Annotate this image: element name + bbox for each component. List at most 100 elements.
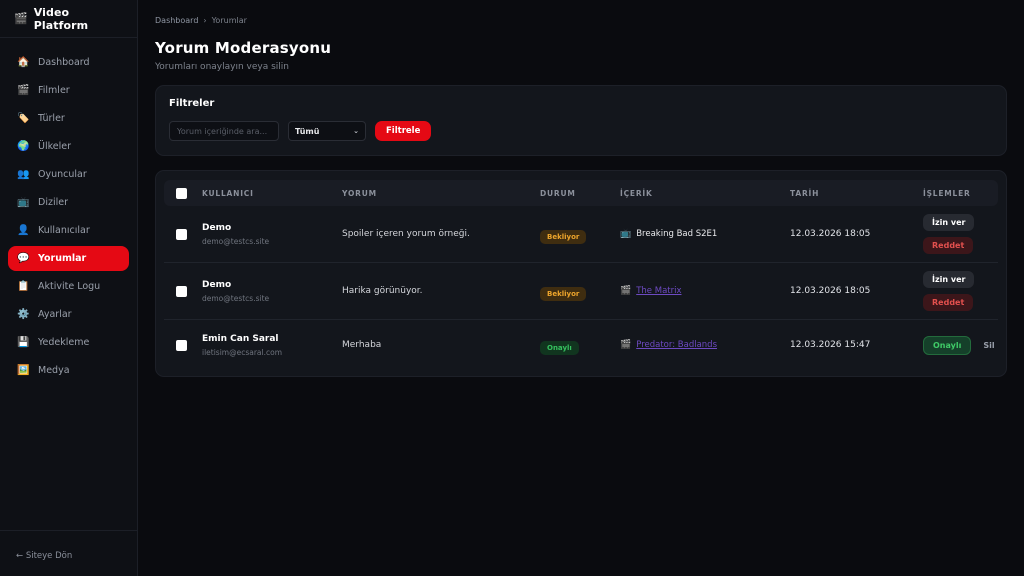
- filter-submit-button[interactable]: Filtrele: [375, 121, 431, 141]
- row-actions: İzin ver Reddet: [919, 214, 998, 254]
- sidebar-item-label: Yorumlar: [38, 253, 86, 264]
- table-header-row: KULLANICI YORUM DURUM İÇERİK TARİH İŞLEM…: [164, 180, 998, 206]
- sidebar-item-label: Oyuncular: [38, 169, 87, 180]
- column-header-durum: DURUM: [536, 189, 616, 198]
- reject-button[interactable]: Reddet: [923, 294, 973, 311]
- chevron-down-icon: ⌄: [353, 127, 359, 135]
- content-link[interactable]: Predator: Badlands: [636, 340, 717, 350]
- sidebar-item-ayarlar[interactable]: ⚙️ Ayarlar: [8, 302, 129, 327]
- column-header-yorum: YORUM: [338, 189, 536, 198]
- reject-button[interactable]: Reddet: [923, 237, 973, 254]
- sidebar-item-label: Medya: [38, 365, 70, 376]
- status-badge: Bekliyor: [540, 230, 586, 244]
- user-email: demo@testcs.site: [202, 294, 334, 303]
- sidebar-item-label: Filmler: [38, 85, 70, 96]
- clapperboard-icon: 🎬: [620, 286, 631, 296]
- table-row: Demo demo@testcs.site Harika görünüyor. …: [164, 263, 998, 320]
- sidebar-footer: ← Siteye Dön: [0, 530, 137, 576]
- column-header-icerik: İÇERİK: [616, 189, 786, 198]
- table-row: Emin Can Saral iletisim@ecsaral.com Merh…: [164, 320, 998, 370]
- column-header-islemler: İŞLEMLER: [919, 189, 998, 198]
- user-name: Demo: [202, 280, 334, 290]
- sidebar-item-medya[interactable]: 🖼️ Medya: [8, 358, 129, 383]
- home-icon: 🏠: [17, 57, 29, 68]
- sidebar-item-label: Diziler: [38, 197, 68, 208]
- filters-row: Tümü ⌄ Filtrele: [169, 121, 993, 141]
- row-actions: Onaylı Sil: [919, 336, 998, 355]
- sidebar-item-label: Türler: [38, 113, 65, 124]
- sidebar-item-filmler[interactable]: 🎬 Filmler: [8, 78, 129, 103]
- status-filter-value: Tümü: [295, 127, 319, 136]
- people-icon: 👥: [17, 169, 29, 180]
- row-checkbox[interactable]: [176, 340, 187, 351]
- sidebar-item-dashboard[interactable]: 🏠 Dashboard: [8, 50, 129, 75]
- comment-text: Spoiler içeren yorum örneği.: [338, 229, 536, 239]
- sidebar-item-turler[interactable]: 🏷️ Türler: [8, 106, 129, 131]
- allow-button[interactable]: İzin ver: [923, 271, 974, 288]
- filters-title: Filtreler: [169, 98, 993, 109]
- clipboard-icon: 📋: [17, 281, 29, 292]
- user-email: demo@testcs.site: [202, 237, 334, 246]
- sidebar-item-oyuncular[interactable]: 👥 Oyuncular: [8, 162, 129, 187]
- sidebar-item-kullanicilar[interactable]: 👤 Kullanıcılar: [8, 218, 129, 243]
- comments-table-card: KULLANICI YORUM DURUM İÇERİK TARİH İŞLEM…: [155, 170, 1007, 377]
- main-content: Dashboard › Yorumlar Yorum Moderasyonu Y…: [138, 0, 1024, 576]
- comment-date: 12.03.2026 18:05: [786, 286, 919, 296]
- user-icon: 👤: [17, 225, 29, 236]
- sidebar-item-label: Aktivite Logu: [38, 281, 100, 292]
- page-subtitle: Yorumları onaylayın veya silin: [155, 62, 1007, 72]
- allow-button[interactable]: İzin ver: [923, 214, 974, 231]
- sidebar-nav: 🏠 Dashboard 🎬 Filmler 🏷️ Türler 🌍 Ülkele…: [0, 38, 137, 530]
- content-title: Breaking Bad S2E1: [636, 229, 717, 239]
- breadcrumb-separator: ›: [203, 16, 206, 25]
- clapperboard-logo-icon: 🎬: [14, 13, 28, 24]
- status-badge: Onaylı: [540, 341, 579, 355]
- breadcrumb: Dashboard › Yorumlar: [155, 16, 1007, 25]
- sidebar-item-ulkeler[interactable]: 🌍 Ülkeler: [8, 134, 129, 159]
- breadcrumb-dashboard-link[interactable]: Dashboard: [155, 16, 198, 25]
- comment-date: 12.03.2026 18:05: [786, 229, 919, 239]
- user-name: Emin Can Saral: [202, 334, 334, 344]
- approved-button[interactable]: Onaylı: [923, 336, 971, 355]
- status-filter-select[interactable]: Tümü ⌄: [288, 121, 366, 141]
- picture-icon: 🖼️: [17, 365, 29, 376]
- content-link[interactable]: The Matrix: [636, 286, 681, 296]
- clapperboard-icon: 🎬: [620, 340, 631, 350]
- sidebar-item-label: Dashboard: [38, 57, 90, 68]
- row-checkbox[interactable]: [176, 229, 187, 240]
- breadcrumb-current: Yorumlar: [212, 16, 247, 25]
- sidebar-item-yedekleme[interactable]: 💾 Yedekleme: [8, 330, 129, 355]
- user-name: Demo: [202, 223, 334, 233]
- floppy-disk-icon: 💾: [17, 337, 29, 348]
- sidebar: 🎬 Video Platform 🏠 Dashboard 🎬 Filmler 🏷…: [0, 0, 138, 576]
- sidebar-item-label: Yedekleme: [38, 337, 89, 348]
- comment-search-input[interactable]: [169, 121, 279, 141]
- globe-icon: 🌍: [17, 141, 29, 152]
- app-title: Video Platform: [34, 6, 123, 32]
- filters-card: Filtreler Tümü ⌄ Filtrele: [155, 85, 1007, 156]
- sidebar-item-diziler[interactable]: 📺 Diziler: [8, 190, 129, 215]
- tag-icon: 🏷️: [17, 113, 29, 124]
- row-actions: İzin ver Reddet: [919, 271, 998, 311]
- clapperboard-icon: 🎬: [17, 85, 29, 96]
- page-title: Yorum Moderasyonu: [155, 39, 1007, 57]
- comment-date: 12.03.2026 15:47: [786, 340, 919, 350]
- sidebar-item-label: Kullanıcılar: [38, 225, 90, 236]
- sidebar-item-yorumlar[interactable]: 💬 Yorumlar: [8, 246, 129, 271]
- sidebar-item-aktivite-logu[interactable]: 📋 Aktivite Logu: [8, 274, 129, 299]
- row-checkbox[interactable]: [176, 286, 187, 297]
- app-logo: 🎬 Video Platform: [0, 0, 137, 38]
- back-to-site-link[interactable]: ← Siteye Dön: [16, 551, 72, 561]
- comment-text: Harika görünüyor.: [338, 286, 536, 296]
- tv-icon: 📺: [620, 229, 631, 239]
- comment-icon: 💬: [17, 253, 29, 264]
- column-header-kullanici: KULLANICI: [198, 189, 338, 198]
- delete-button[interactable]: Sil: [981, 337, 996, 354]
- tv-icon: 📺: [17, 197, 29, 208]
- table-row: Demo demo@testcs.site Spoiler içeren yor…: [164, 206, 998, 263]
- sidebar-item-label: Ayarlar: [38, 309, 72, 320]
- user-email: iletisim@ecsaral.com: [202, 348, 334, 357]
- column-header-tarih: TARİH: [786, 189, 919, 198]
- comment-text: Merhaba: [338, 340, 536, 350]
- select-all-checkbox[interactable]: [176, 188, 187, 199]
